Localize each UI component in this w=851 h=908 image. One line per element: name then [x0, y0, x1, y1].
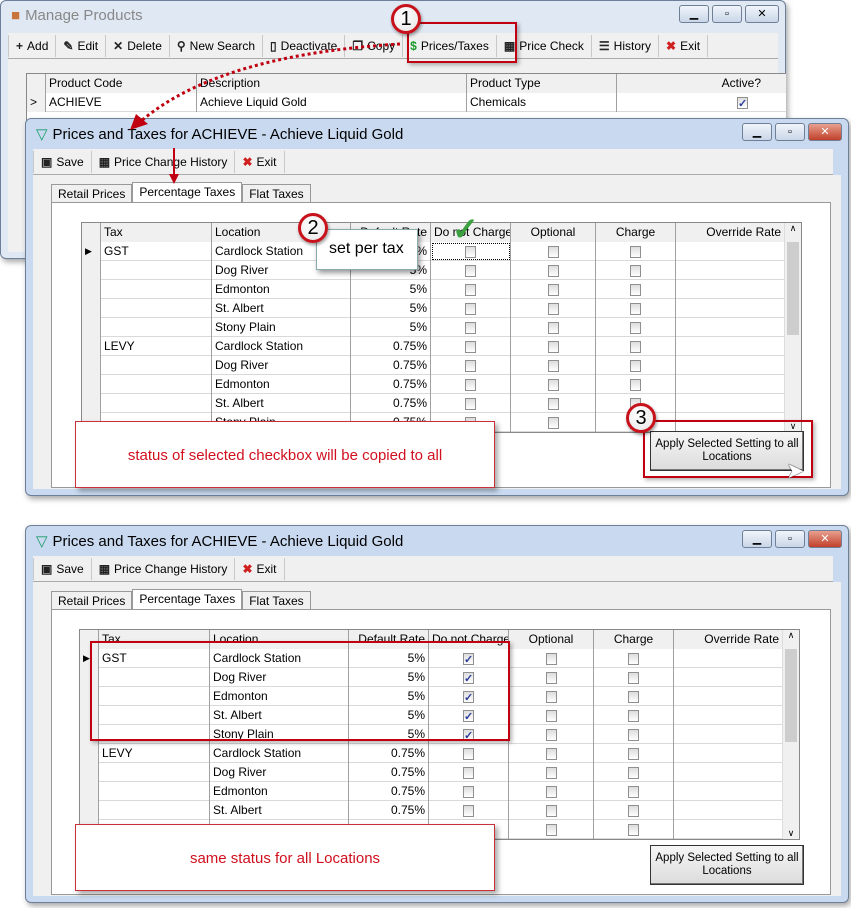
cursor-icon: ➤: [786, 458, 805, 483]
checkmark-icon: ✓: [452, 211, 479, 247]
highlight-prices-taxes: [407, 22, 517, 63]
step-1-badge: 1: [391, 4, 421, 34]
step-3-badge: 3: [626, 403, 656, 433]
highlight-gst-rows: [90, 641, 510, 741]
set-per-tax-tooltip: set per tax: [316, 229, 418, 270]
step-2-badge: 2: [298, 213, 328, 243]
